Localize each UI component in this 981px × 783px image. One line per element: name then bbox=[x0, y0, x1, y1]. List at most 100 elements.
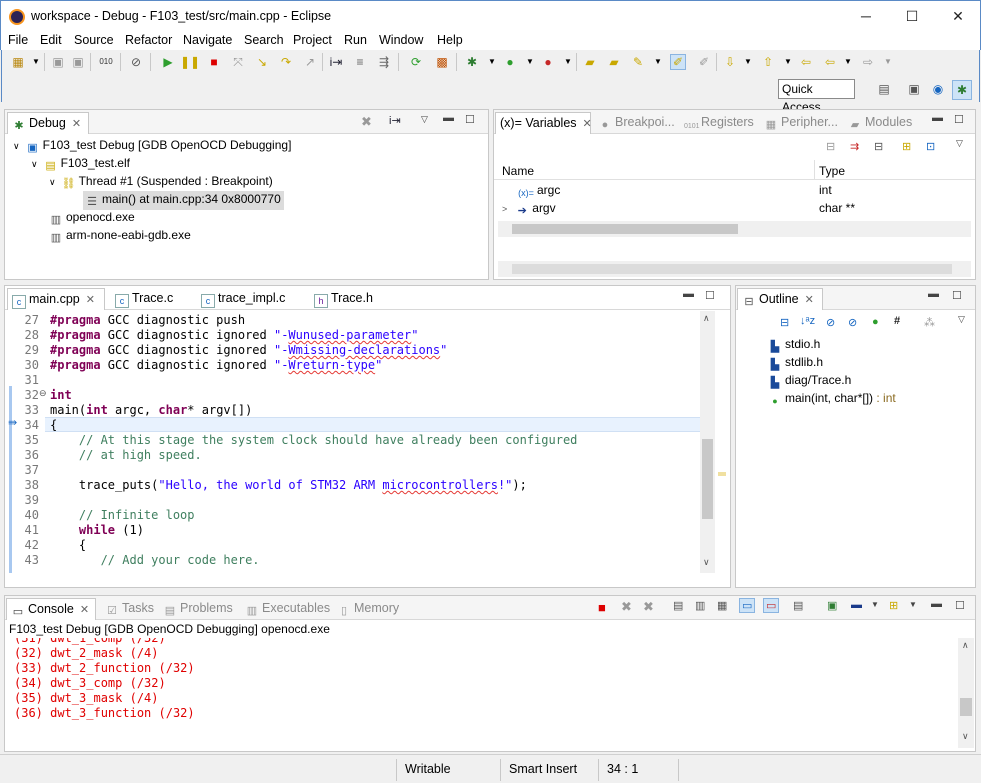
instruction-step-mode-icon[interactable]: i⇥ bbox=[389, 114, 401, 127]
open-perspective-icon[interactable]: ▤ bbox=[876, 81, 892, 97]
outline-item-stdlib[interactable]: ▙ stdlib.h bbox=[768, 355, 823, 372]
tab-memory[interactable]: ▯ Memory bbox=[333, 598, 399, 620]
minimize-view-icon[interactable]: ▬ bbox=[683, 288, 694, 300]
maximize-view-icon[interactable]: ☐ bbox=[952, 289, 962, 302]
back-icon[interactable]: ⇦ bbox=[798, 54, 814, 70]
debug-icon[interactable]: ✱ bbox=[464, 54, 480, 70]
horizontal-scrollbar[interactable] bbox=[498, 221, 971, 237]
previous-annotation-icon[interactable]: ⇧ bbox=[760, 54, 776, 70]
tab-executables[interactable]: ▥ Executables bbox=[241, 598, 330, 620]
new-icon[interactable]: ▦ bbox=[10, 54, 26, 70]
minimize-button[interactable]: ─ bbox=[843, 1, 889, 32]
minimize-view-icon[interactable]: ▬ bbox=[931, 598, 942, 610]
maximize-view-icon[interactable]: ☐ bbox=[955, 599, 965, 612]
remove-all-terminated-icon[interactable]: ✖ bbox=[643, 599, 654, 615]
layout-icon[interactable]: ⊟ bbox=[874, 140, 883, 153]
forward-icon[interactable]: ⇨ bbox=[860, 54, 876, 70]
menu-file[interactable]: File bbox=[8, 33, 28, 47]
tab-tasks[interactable]: ☑ Tasks bbox=[101, 598, 154, 620]
maximize-view-icon[interactable]: ☐ bbox=[465, 113, 475, 126]
view-menu-icon[interactable]: ▽ bbox=[956, 138, 963, 149]
external-tools-dropdown-icon[interactable]: ▼ bbox=[560, 54, 576, 70]
vertical-scrollbar[interactable]: ∧ ∨ bbox=[700, 311, 715, 573]
tab-peripherals[interactable]: ▦ Peripher... bbox=[760, 112, 838, 134]
show-on-output-icon[interactable]: ▭ bbox=[739, 598, 756, 613]
sort-icon[interactable]: ↓ᵃz bbox=[800, 315, 815, 327]
fold-icon[interactable]: ⊖ bbox=[39, 388, 47, 399]
git-perspective-icon[interactable]: ◉ bbox=[930, 81, 946, 97]
tab-trace-h[interactable]: h Trace.h bbox=[310, 288, 373, 310]
tab-debug[interactable]: ✱ Debug ✕ bbox=[7, 112, 89, 134]
previous-annotation-dropdown-icon[interactable]: ▼ bbox=[780, 54, 796, 70]
column-header-name[interactable]: Name bbox=[502, 164, 534, 178]
show-on-error-icon[interactable]: ▭ bbox=[763, 598, 780, 613]
binary-icon[interactable]: 010 bbox=[98, 54, 114, 70]
close-tab-icon[interactable]: ✕ bbox=[805, 294, 814, 306]
hide-static-icon[interactable]: ⊘ bbox=[848, 316, 857, 329]
variable-row-argv[interactable]: > ➔ argv bbox=[502, 201, 556, 218]
maximize-button[interactable]: ☐ bbox=[889, 1, 935, 32]
tree-elf[interactable]: ∨ ▤ F103_test.elf bbox=[31, 156, 130, 173]
tree-launch[interactable]: ∨ ▣ F103_test Debug [GDB OpenOCD Debugging… bbox=[13, 138, 291, 155]
remove-launch-icon[interactable]: ✖ bbox=[621, 599, 632, 615]
cpp-perspective-icon[interactable]: ▣ bbox=[906, 81, 922, 97]
menu-source[interactable]: Source bbox=[74, 33, 114, 47]
minimize-view-icon[interactable]: ▬ bbox=[932, 112, 943, 124]
drop-to-frame-icon[interactable]: ≡ bbox=[352, 54, 368, 70]
chevron-down-icon[interactable]: ∨ bbox=[31, 159, 38, 169]
forward-dropdown-icon[interactable]: ▼ bbox=[880, 54, 896, 70]
tab-trace-c[interactable]: c Trace.c bbox=[111, 288, 173, 310]
maximize-view-icon[interactable]: ☐ bbox=[705, 289, 715, 302]
step-return-icon[interactable]: ↗ bbox=[302, 54, 318, 70]
menu-project[interactable]: Project bbox=[293, 33, 332, 47]
tree-thread[interactable]: ∨ ⛓ Thread #1 (Suspended : Breakpoint) bbox=[49, 174, 273, 191]
hide-macros-icon[interactable]: # bbox=[894, 315, 900, 327]
vertical-scrollbar[interactable]: ∧ ∨ bbox=[958, 638, 974, 748]
tab-variables[interactable]: (x)= Variables ✕ bbox=[495, 112, 592, 134]
minimize-view-icon[interactable]: ▬ bbox=[928, 288, 939, 300]
column-header-type[interactable]: Type bbox=[819, 164, 845, 178]
suspend-icon[interactable]: ❚❚ bbox=[180, 54, 200, 70]
open-console-dropdown-icon[interactable]: ▼ bbox=[871, 600, 879, 609]
tree-stack-frame[interactable]: ☰ main() at main.cpp:34 0x8000770 bbox=[83, 191, 284, 210]
mark-occurrences-icon[interactable]: ✐ bbox=[670, 54, 686, 70]
chevron-right-icon[interactable]: > bbox=[502, 204, 507, 214]
scroll-lock-icon[interactable]: ▥ bbox=[695, 599, 705, 612]
pin-console-icon[interactable]: ▤ bbox=[793, 599, 803, 612]
group-icon[interactable]: ⁂ bbox=[924, 316, 935, 329]
search-pencil-icon[interactable]: ✎ bbox=[630, 54, 646, 70]
menu-window[interactable]: Window bbox=[379, 33, 423, 47]
view-menu-icon[interactable]: ▽ bbox=[421, 114, 428, 125]
tree-process-gdb[interactable]: ▥ arm-none-eabi-gdb.exe bbox=[49, 228, 191, 245]
open-console-icon[interactable]: ▬ bbox=[851, 599, 862, 611]
close-tab-icon[interactable]: ✕ bbox=[583, 118, 592, 130]
chevron-down-icon[interactable]: ∨ bbox=[49, 177, 56, 187]
menu-help[interactable]: Help bbox=[437, 33, 463, 47]
chevron-down-icon[interactable]: ∨ bbox=[13, 141, 20, 151]
outline-item-main[interactable]: ● main(int, char*[]) : int bbox=[768, 391, 895, 408]
menu-run[interactable]: Run bbox=[344, 33, 367, 47]
toggle-block-icon[interactable]: ✐ bbox=[696, 54, 712, 70]
view-menu-icon[interactable]: ▽ bbox=[958, 314, 965, 325]
clear-console-icon[interactable]: ▤ bbox=[673, 599, 683, 612]
hide-nonpublic-icon[interactable]: ● bbox=[872, 316, 879, 328]
disconnect-icon[interactable]: ⤧ bbox=[230, 54, 246, 70]
instruction-stepping-icon[interactable]: i⇥ bbox=[328, 54, 344, 70]
pin-view-icon[interactable]: ⊡ bbox=[926, 140, 935, 153]
code-editor[interactable]: ⇛ ⊖ 27 #pragma GCC diagnostic push 28 #prag… bbox=[5, 311, 700, 573]
quick-access-input[interactable]: Quick Access bbox=[778, 79, 855, 114]
new-view-icon[interactable]: ⊞ bbox=[902, 140, 911, 153]
close-tab-icon[interactable]: ✕ bbox=[72, 118, 81, 130]
forward-prev-icon[interactable]: ⇦ bbox=[822, 54, 838, 70]
horizontal-scrollbar[interactable] bbox=[498, 261, 971, 277]
save-all-icon[interactable]: ▣ bbox=[70, 54, 86, 70]
tab-registers[interactable]: 0101Registers bbox=[680, 112, 754, 134]
external-tools-icon[interactable]: ● bbox=[540, 54, 556, 70]
next-annotation-icon[interactable]: ⇩ bbox=[722, 54, 738, 70]
dropdown-arrow-icon[interactable]: ▼ bbox=[28, 54, 44, 70]
menu-refactor[interactable]: Refactor bbox=[125, 33, 172, 47]
remove-terminated-icon[interactable]: ✖ bbox=[361, 114, 372, 130]
outline-item-stdio[interactable]: ▙ stdio.h bbox=[768, 337, 821, 354]
maximize-view-icon[interactable]: ☐ bbox=[954, 113, 964, 126]
outline-item-trace[interactable]: ▙ diag/Trace.h bbox=[768, 373, 852, 390]
